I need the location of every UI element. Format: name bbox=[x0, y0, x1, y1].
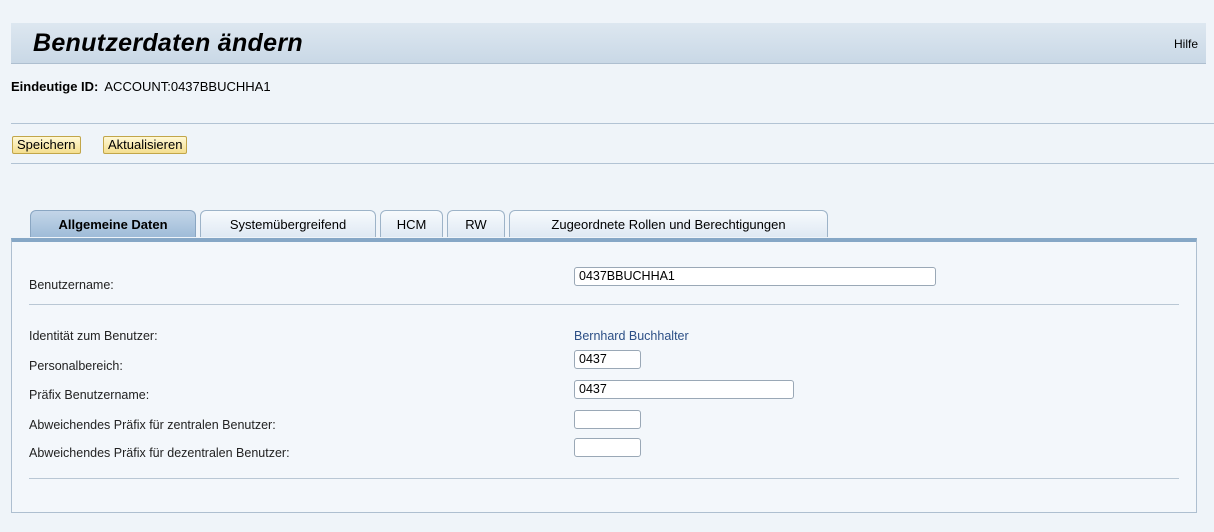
identity-label: Identität zum Benutzer: bbox=[29, 329, 158, 343]
tab-allgemeine-daten[interactable]: Allgemeine Daten bbox=[30, 210, 196, 237]
page-title: Benutzerdaten ändern bbox=[33, 29, 303, 57]
prefix-label: Präfix Benutzername: bbox=[29, 388, 150, 402]
central-prefix-label: Abweichendes Präfix für zentralen Benutz… bbox=[29, 418, 276, 432]
username-label: Benutzername: bbox=[29, 278, 114, 292]
personnel-area-field[interactable]: 0437 bbox=[574, 350, 641, 369]
tab-hcm[interactable]: HCM bbox=[380, 210, 443, 237]
decentral-prefix-field[interactable] bbox=[574, 438, 641, 457]
page-header: Benutzerdaten ändern Hilfe bbox=[11, 23, 1206, 64]
help-link[interactable]: Hilfe bbox=[1174, 37, 1198, 51]
divider bbox=[29, 478, 1179, 479]
personnel-area-label: Personalbereich: bbox=[29, 359, 123, 373]
refresh-button[interactable]: Aktualisieren bbox=[103, 136, 188, 154]
decentral-prefix-label: Abweichendes Präfix für dezentralen Benu… bbox=[29, 446, 290, 460]
prefix-field[interactable]: 0437 bbox=[574, 380, 794, 399]
unique-id-line: Eindeutige ID: ACCOUNT:0437BBUCHHA1 bbox=[11, 79, 271, 94]
identity-link[interactable]: Bernhard Buchhalter bbox=[574, 329, 689, 343]
divider bbox=[11, 163, 1214, 164]
unique-id-label: Eindeutige ID: bbox=[11, 79, 99, 94]
unique-id-value: ACCOUNT:0437BBUCHHA1 bbox=[104, 79, 271, 94]
general-data-panel: Benutzername: 0437BBUCHHA1 Identität zum… bbox=[11, 238, 1197, 513]
tab-rw[interactable]: RW bbox=[447, 210, 505, 237]
username-field[interactable]: 0437BBUCHHA1 bbox=[574, 267, 936, 286]
divider bbox=[11, 123, 1214, 124]
tab-zugeordnete-rollen[interactable]: Zugeordnete Rollen und Berechtigungen bbox=[509, 210, 828, 237]
tab-systemuebergreifend[interactable]: Systemübergreifend bbox=[200, 210, 376, 237]
divider bbox=[29, 304, 1179, 305]
save-button[interactable]: Speichern bbox=[12, 136, 81, 154]
central-prefix-field[interactable] bbox=[574, 410, 641, 429]
